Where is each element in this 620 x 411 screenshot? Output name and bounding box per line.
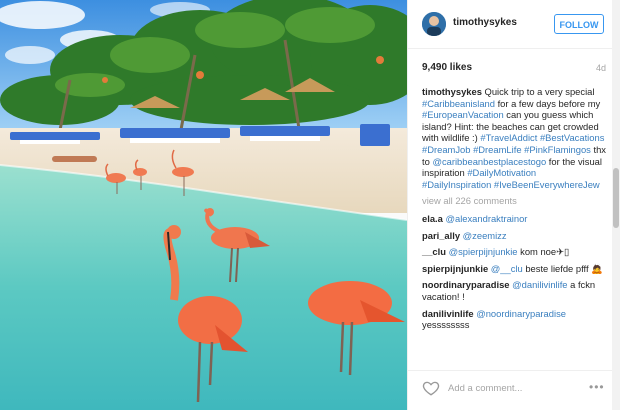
caption-hashtag[interactable]: #DailyInspiration	[422, 179, 491, 190]
comment-item: noordinaryparadise @danilivinlife a fckn…	[422, 279, 606, 302]
post-caption: timothysykes Quick trip to a very specia…	[422, 86, 606, 190]
caption-hashtag[interactable]: #Caribbeanisland	[422, 98, 495, 109]
scrollbar[interactable]	[612, 0, 620, 410]
comment-item: __clu @spierpijnjunkie kom noe✈▯	[422, 246, 606, 258]
caption-text: Quick trip to a very special	[484, 86, 595, 97]
comment-username[interactable]: ela.a	[422, 213, 443, 224]
comment-text: yessssssss	[422, 319, 470, 331]
comment-item: ela.a @alexandraktrainor	[422, 213, 606, 225]
comment-item: danilivinlife @noordinaryparadise yessss…	[422, 308, 606, 331]
heart-icon	[422, 381, 440, 396]
username[interactable]: timothysykes	[453, 17, 517, 28]
add-comment-input[interactable]: Add a comment...	[448, 383, 522, 394]
caption-hashtag[interactable]: #IveBeenEverywhereJew	[494, 179, 600, 190]
comment-text: kom noe✈▯	[517, 246, 570, 258]
beach-flamingos-photo	[0, 0, 407, 410]
comment-mention[interactable]: @__clu	[491, 263, 523, 274]
post-header: timothysykes FOLLOW	[408, 0, 613, 49]
caption-hashtag[interactable]: #DreamLife	[473, 144, 521, 155]
caption-hashtag[interactable]: #DailyMotivation	[467, 167, 536, 178]
comment-username[interactable]: spierpijnjunkie	[422, 263, 488, 274]
post-window: timothysykes FOLLOW 9,490 likes 4d timot…	[0, 0, 620, 410]
comment-mention[interactable]: @alexandraktrainor	[445, 213, 527, 224]
scrollbar-thumb[interactable]	[613, 168, 619, 228]
more-options-icon[interactable]: •••	[589, 380, 605, 394]
add-comment-bar: Add a comment... •••	[408, 370, 613, 411]
post-meta: 9,490 likes 4d	[422, 62, 606, 76]
comment-username[interactable]: __clu	[422, 246, 446, 257]
likes-count[interactable]: 9,490 likes	[422, 62, 472, 73]
caption-hashtag[interactable]: #EuropeanVacation	[422, 109, 504, 120]
post-age[interactable]: 4d	[596, 63, 606, 73]
comment-item: pari_ally @zeemizz	[422, 230, 606, 242]
caption-username[interactable]: timothysykes	[422, 86, 482, 97]
view-all-comments-link[interactable]: view all 226 comments	[422, 195, 606, 207]
comment-mention[interactable]: @danilivinlife	[512, 279, 567, 290]
comment-item: spierpijnjunkie @__clu beste liefde pfff…	[422, 263, 606, 275]
comment-mention[interactable]: @zeemizz	[463, 230, 507, 241]
caption-hashtag[interactable]: #BestVacations	[540, 132, 604, 143]
avatar[interactable]	[422, 12, 446, 36]
caption-hashtag[interactable]: #PinkFlamingos	[524, 144, 591, 155]
comment-username[interactable]: pari_ally	[422, 230, 460, 241]
caption-hashtag[interactable]: #TravelAddict	[480, 132, 537, 143]
comment-username[interactable]: danilivinlife	[422, 308, 474, 319]
caption-text: for a few days before my	[494, 97, 601, 109]
post-details-panel: timothysykes FOLLOW 9,490 likes 4d timot…	[407, 0, 613, 411]
comment-mention[interactable]: @spierpijnjunkie	[449, 246, 518, 257]
comment-text: beste liefde pfff 🙇	[522, 262, 603, 274]
avatar-image	[422, 12, 446, 36]
post-photo[interactable]	[0, 0, 407, 410]
comment-mention[interactable]: @noordinaryparadise	[476, 308, 566, 319]
comment-entries: ela.a @alexandraktrainor pari_ally @zeemi…	[422, 213, 606, 331]
like-heart-icon[interactable]	[422, 379, 440, 397]
caption-hashtag[interactable]: @caribbeanbestplacestogo	[432, 156, 546, 167]
comments-list: timothysykes Quick trip to a very specia…	[422, 86, 606, 336]
follow-button[interactable]: FOLLOW	[554, 14, 604, 34]
caption-hashtag[interactable]: #DreamJob	[422, 144, 470, 155]
comment-username[interactable]: noordinaryparadise	[422, 279, 510, 290]
